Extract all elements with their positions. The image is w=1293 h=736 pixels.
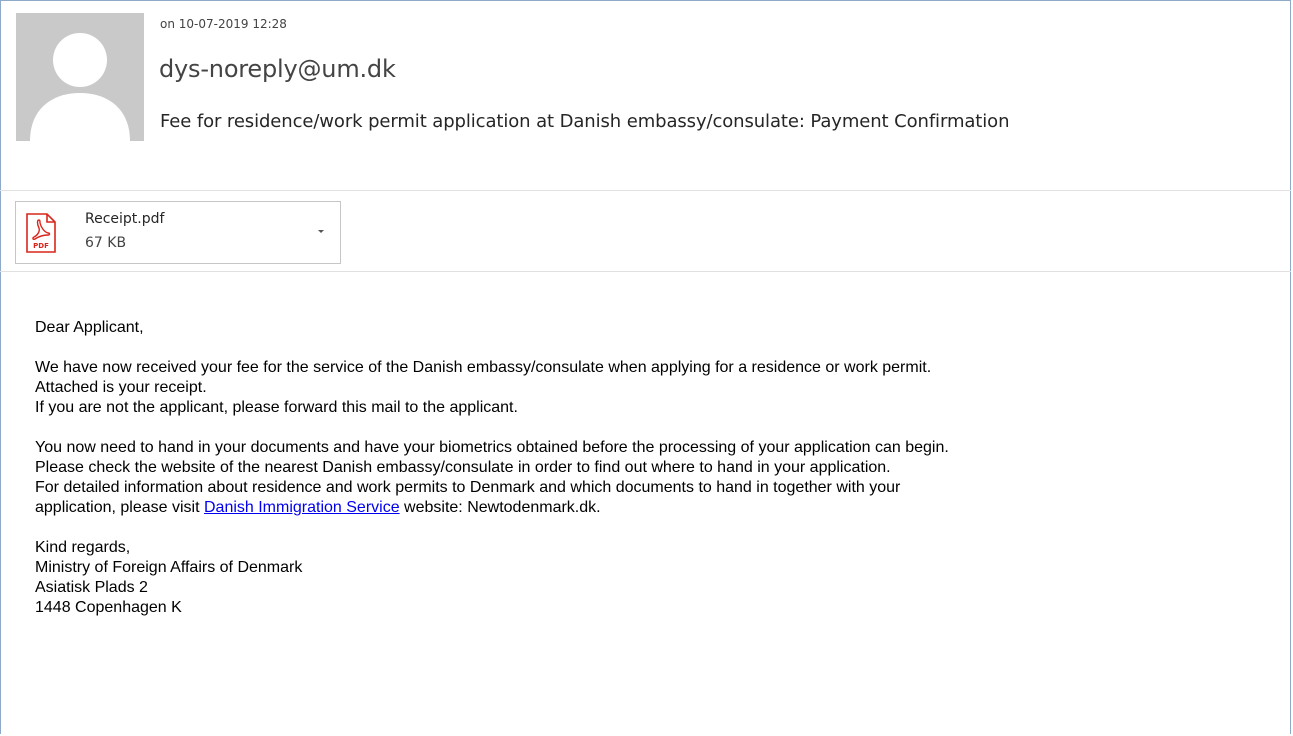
message-header: on 10-07-2019 12:28 dys-noreply@um.dk Fe… <box>0 0 1291 191</box>
body-line: If you are not the applicant, please for… <box>35 399 518 416</box>
danish-immigration-service-link[interactable]: Danish Immigration Service <box>204 499 400 516</box>
attachment-size: 67 KB <box>85 235 127 251</box>
closing: Kind regards, <box>35 539 131 556</box>
attachment-receipt[interactable]: PDF Receipt.pdf 67 KB <box>15 201 341 264</box>
signature-line: Asiatisk Plads 2 <box>35 579 148 596</box>
message-body: Dear Applicant, We have now received you… <box>35 318 1285 618</box>
chevron-down-icon[interactable] <box>316 226 326 236</box>
body-line: Attached is your receipt. <box>35 379 207 396</box>
body-line: Please check the website of the nearest … <box>35 459 891 476</box>
body-line: application, please visit Danish Immigra… <box>35 499 601 516</box>
attachment-name: Receipt.pdf <box>85 211 165 227</box>
signature-line: 1448 Copenhagen K <box>35 599 182 616</box>
sent-time: on 10-07-2019 12:28 <box>160 17 287 31</box>
person-icon <box>16 13 144 141</box>
body-line: You now need to hand in your documents a… <box>35 439 949 456</box>
signature-line: Ministry of Foreign Affairs of Denmark <box>35 559 303 576</box>
sender-address[interactable]: dys-noreply@um.dk <box>159 55 396 83</box>
sender-avatar[interactable] <box>16 13 144 141</box>
attachment-bar: PDF Receipt.pdf 67 KB <box>0 191 1291 272</box>
greeting: Dear Applicant, <box>35 319 144 336</box>
body-line: We have now received your fee for the se… <box>35 359 932 376</box>
message-subject: Fee for residence/work permit applicatio… <box>160 111 1010 132</box>
svg-text:PDF: PDF <box>33 242 49 250</box>
pdf-icon: PDF <box>26 213 56 253</box>
body-line: For detailed information about residence… <box>35 479 901 496</box>
